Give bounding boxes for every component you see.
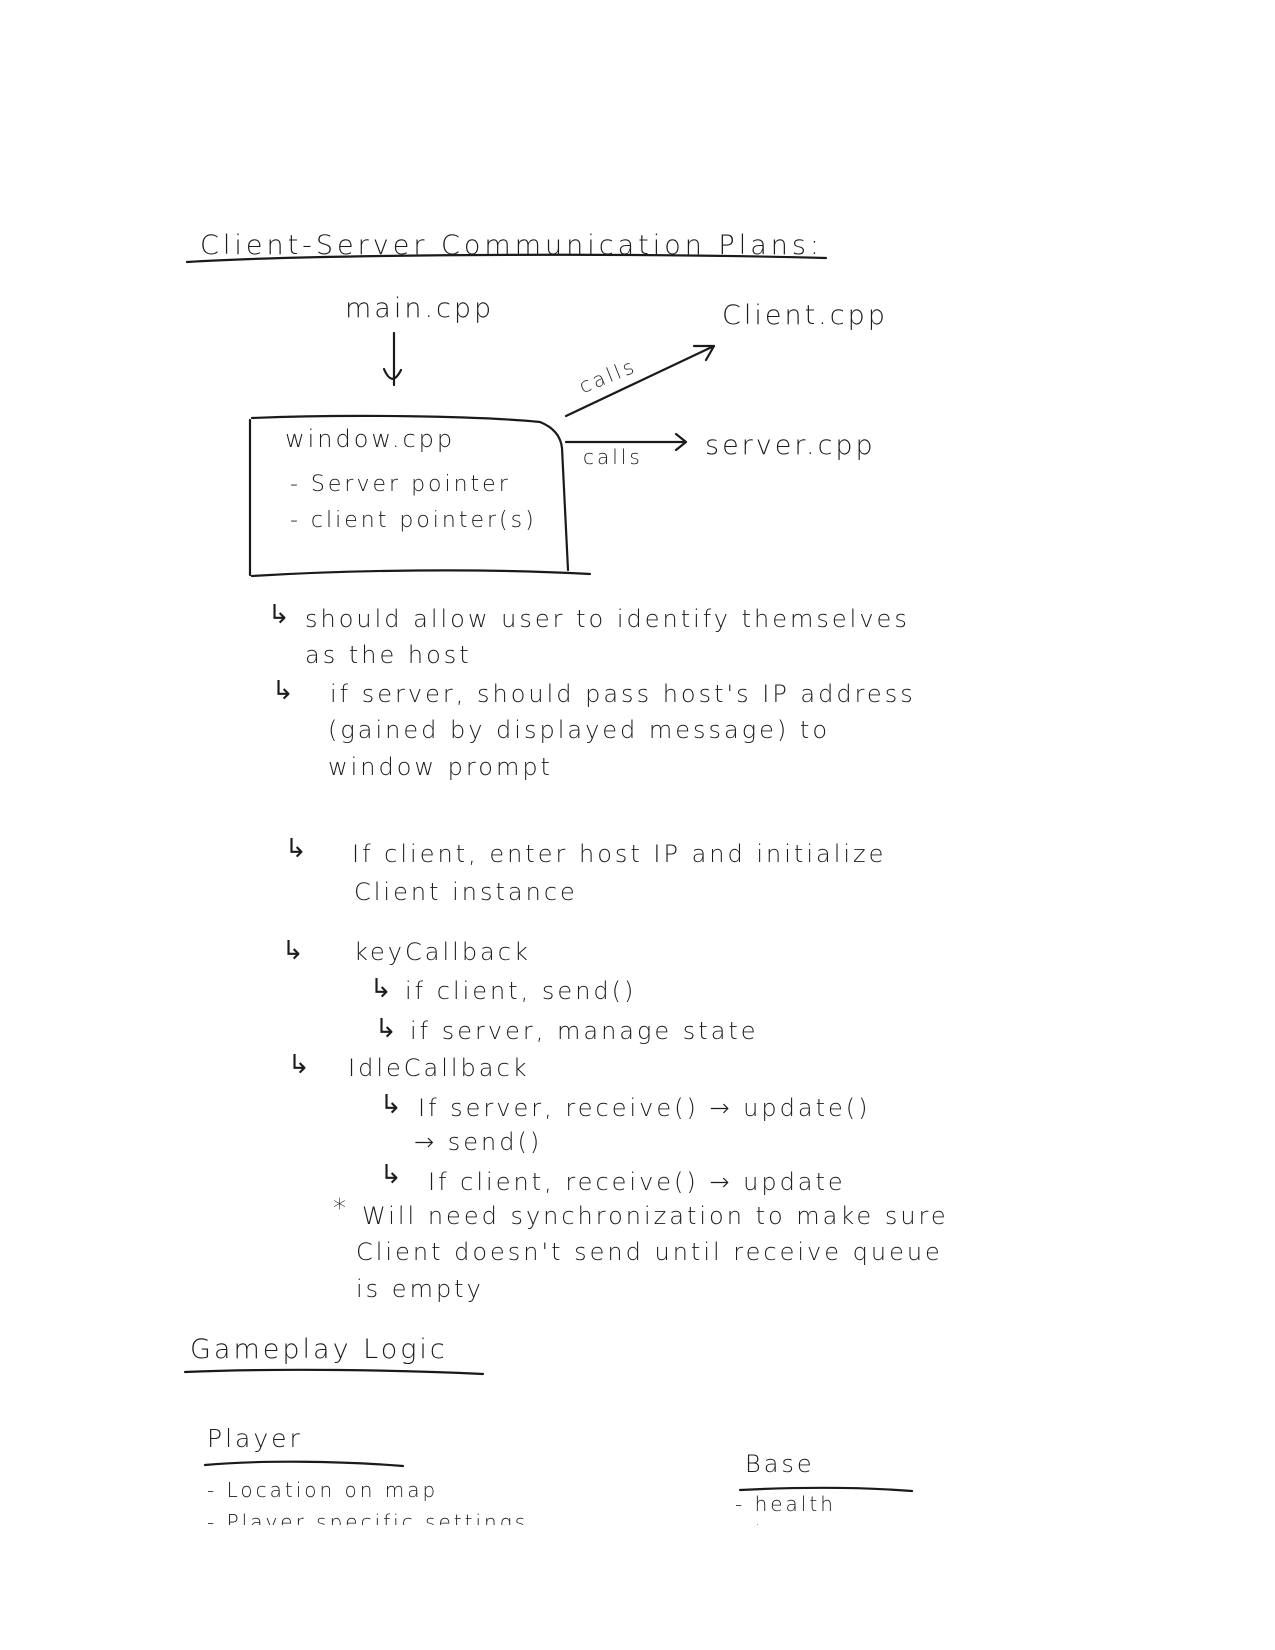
- page-title: Client-Server Communication Plans:: [200, 230, 824, 261]
- player-heading: Player: [207, 1424, 303, 1453]
- hook-arrow-icon: ↳: [285, 834, 310, 864]
- note-line: as the host: [305, 641, 472, 669]
- gameplay-logic-heading: Gameplay Logic: [190, 1334, 448, 1365]
- footnote-line: is empty: [356, 1275, 484, 1303]
- edge-label-calls-server: calls: [583, 445, 643, 469]
- note-line: should allow user to identify themselves: [305, 605, 910, 633]
- hook-arrow-icon: ↳: [268, 600, 293, 630]
- hook-arrow-icon: ↳: [380, 1090, 405, 1120]
- subitem-line: If server, receive() → update(): [418, 1094, 871, 1122]
- main-to-window-arrow: [382, 331, 403, 387]
- footnote-line: Will need synchronization to make sure: [362, 1202, 949, 1230]
- base-underline: [738, 1486, 914, 1493]
- note-line: Client instance: [354, 878, 578, 906]
- hook-arrow-icon: ↳: [375, 1014, 400, 1044]
- window-cpp-label: window.cpp: [285, 425, 456, 453]
- hook-arrow-icon: ↳: [272, 676, 297, 706]
- hook-arrow-icon: ↳: [282, 936, 307, 966]
- client-cpp-node: Client.cpp: [722, 300, 888, 331]
- subitem-line: if server, manage state: [410, 1017, 759, 1045]
- base-item-health: - health: [735, 1492, 836, 1516]
- main-cpp-node: main.cpp: [345, 293, 495, 324]
- hook-arrow-icon: ↳: [288, 1050, 313, 1080]
- page-bottom-margin: [0, 1525, 1275, 1650]
- base-heading: Base: [745, 1450, 815, 1478]
- window-item-server-pointer: - Server pointer: [290, 472, 511, 497]
- subitem-line: if client, send(): [405, 977, 637, 1005]
- note-line: if server, should pass host's IP address: [330, 680, 916, 708]
- player-underline: [203, 1460, 405, 1468]
- note-line: (gained by displayed message) to: [328, 716, 831, 744]
- subitem-continuation: → send(): [414, 1128, 543, 1156]
- subitem-line: If client, receive() → update: [428, 1168, 846, 1196]
- hook-arrow-icon: ↳: [370, 974, 395, 1004]
- server-cpp-node: server.cpp: [705, 430, 876, 461]
- note-line: window prompt: [328, 753, 553, 781]
- note-title: IdleCallback: [348, 1054, 530, 1082]
- window-item-client-pointers: - client pointer(s): [290, 508, 537, 533]
- gameplay-underline: [183, 1368, 485, 1376]
- player-item-location: - Location on map: [207, 1478, 439, 1502]
- footnote-line: Client doesn't send until receive queue: [356, 1238, 943, 1266]
- note-line: If client, enter host IP and initialize: [352, 840, 887, 868]
- hook-arrow-icon: ↳: [380, 1160, 405, 1190]
- note-title: keyCallback: [354, 938, 531, 966]
- edge-label-calls-client: calls: [575, 353, 640, 399]
- asterisk-icon: *: [333, 1194, 349, 1224]
